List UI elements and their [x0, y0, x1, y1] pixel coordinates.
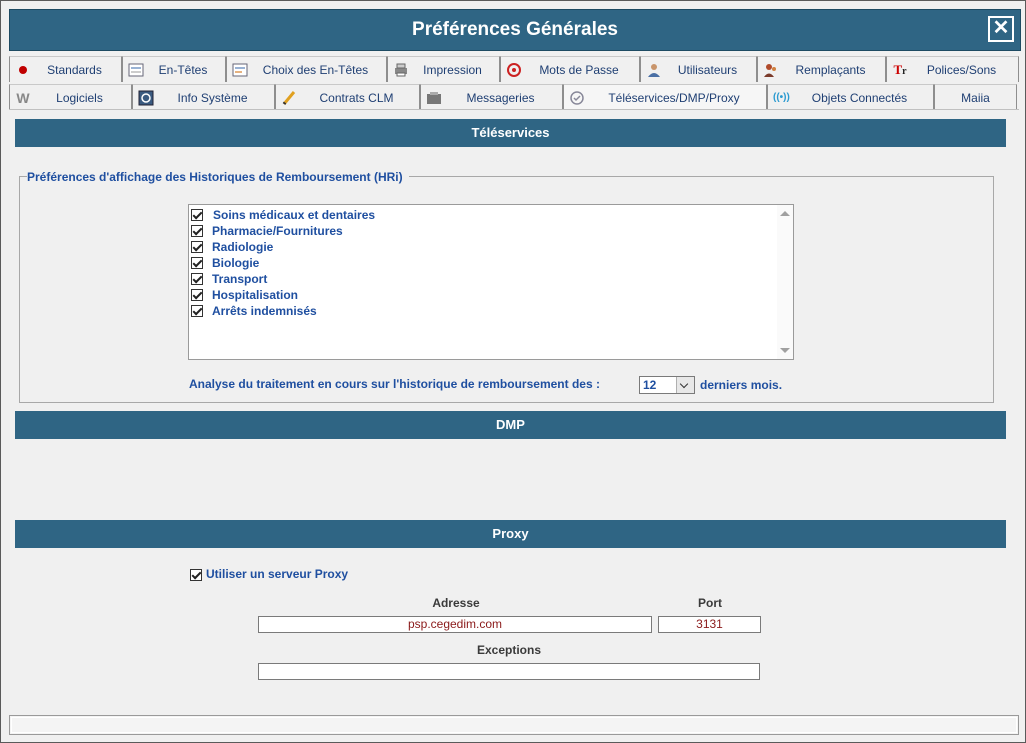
title-bar: Préférences Générales ✕ — [9, 9, 1021, 51]
tab-label: Objets Connectés — [811, 91, 908, 105]
scroll-down-icon[interactable] — [780, 348, 790, 353]
tab-objets-connectes[interactable]: ((•)) Objets Connectés — [767, 84, 934, 110]
checkbox[interactable] — [191, 289, 203, 301]
tab-label: Info Système — [177, 91, 248, 105]
checkbox[interactable] — [191, 241, 203, 253]
tab-en-tetes[interactable]: En-Têtes — [122, 56, 226, 82]
checkbox[interactable] — [191, 209, 203, 221]
checkbox[interactable] — [191, 305, 203, 317]
proxy-header: Proxy — [15, 520, 1006, 548]
tab-info-systeme[interactable]: Info Système — [132, 84, 275, 110]
list-item-label: Transport — [212, 272, 268, 286]
checkbox[interactable] — [191, 225, 203, 237]
tab-label: Contrats CLM — [319, 91, 394, 105]
tab-label: Impression — [423, 63, 482, 77]
analyse-label: Analyse du traitement en cours sur l'his… — [189, 377, 600, 391]
tab-messageries[interactable]: Messageries — [420, 84, 563, 110]
teleservices-header: Téléservices — [15, 119, 1006, 147]
checkbox[interactable] — [190, 569, 202, 581]
mail-icon — [426, 90, 442, 106]
teleservices-icon — [569, 90, 585, 106]
list-scrollbar[interactable] — [777, 205, 793, 359]
port-label: Port — [698, 596, 722, 610]
close-button[interactable]: ✕ — [988, 16, 1014, 42]
wireless-icon: ((•)) — [773, 92, 790, 103]
checkbox[interactable] — [191, 273, 203, 285]
tab-label: Téléservices/DMP/Proxy — [608, 91, 740, 105]
tab-impression[interactable]: Impression — [387, 56, 500, 82]
tab-label: Logiciels — [56, 91, 103, 105]
close-icon: ✕ — [992, 17, 1010, 39]
months-value: 12 — [643, 378, 657, 392]
tab-contrats-clm[interactable]: Contrats CLM — [275, 84, 420, 110]
tab-row-1: Standards En-Têtes Choix des En-Têtes Im… — [9, 56, 1019, 82]
tab-teleservices-dmp-proxy[interactable]: Téléservices/DMP/Proxy — [563, 84, 767, 110]
window-title: Préférences Générales — [412, 19, 618, 40]
red-dot-icon — [15, 62, 31, 78]
tab-maiia[interactable]: Maiia — [934, 84, 1017, 110]
tab-row-2: W Logiciels Info Système Contrats CLM Me… — [9, 84, 1019, 110]
chevron-down-icon[interactable] — [676, 377, 694, 393]
address-label: Adresse — [432, 596, 480, 610]
header-choice-icon — [232, 62, 248, 78]
tab-standards[interactable]: Standards — [9, 56, 122, 82]
port-field[interactable]: 3131 — [658, 616, 761, 633]
tab-utilisateurs[interactable]: Utilisateurs — [640, 56, 757, 82]
tab-remplacants[interactable]: Remplaçants — [757, 56, 886, 82]
status-bar-inner — [11, 717, 1017, 733]
substitute-icon — [763, 62, 779, 78]
dmp-header: DMP — [15, 411, 1006, 439]
tab-label: Choix des En-Têtes — [262, 63, 369, 77]
pencil-icon — [281, 90, 297, 106]
scroll-up-icon[interactable] — [780, 211, 790, 216]
tab-label: En-Têtes — [158, 63, 208, 77]
exceptions-label: Exceptions — [476, 643, 542, 657]
tab-label: Maiia — [961, 91, 990, 105]
software-icon: W — [16, 90, 30, 106]
months-suffix: derniers mois. — [700, 378, 783, 392]
list-item-label: Arrêts indemnisés — [212, 304, 317, 318]
address-field[interactable]: psp.cegedim.com — [258, 616, 652, 633]
list-item-label: Soins médicaux et dentaires — [213, 208, 376, 222]
hri-legend: Préférences d'affichage des Historiques … — [27, 170, 409, 184]
tab-label: Remplaçants — [795, 63, 866, 77]
tab-polices-sons[interactable]: Tr Polices/Sons — [886, 56, 1019, 82]
printer-icon — [393, 62, 409, 78]
list-item-label: Pharmacie/Fournitures — [212, 224, 343, 238]
status-bar — [9, 715, 1019, 735]
tab-panel: Téléservices Préférences d'affichage des… — [9, 109, 1019, 714]
tab-label: Polices/Sons — [926, 63, 997, 77]
use-proxy-label: Utiliser un serveur Proxy — [206, 567, 349, 581]
checkbox[interactable] — [191, 257, 203, 269]
tab-label: Standards — [47, 63, 102, 77]
font-icon: Tr — [893, 62, 907, 77]
system-info-icon — [138, 90, 154, 106]
months-select[interactable]: 12 — [639, 376, 695, 394]
list-item-label: Biologie — [212, 256, 260, 270]
hri-category-list[interactable]: Soins médicaux et dentaires Pharmacie/Fo… — [188, 204, 794, 360]
password-icon — [506, 62, 522, 78]
exceptions-field[interactable] — [258, 663, 760, 680]
preferences-window: Préférences Générales ✕ Standards En-Têt… — [0, 0, 1026, 743]
header-icon — [128, 62, 144, 78]
tab-logiciels[interactable]: W Logiciels — [9, 84, 132, 110]
tab-choix-en-tetes[interactable]: Choix des En-Têtes — [226, 56, 387, 82]
tab-mots-de-passe[interactable]: Mots de Passe — [500, 56, 640, 82]
user-icon — [646, 62, 662, 78]
tab-label: Messageries — [466, 91, 535, 105]
tab-label: Utilisateurs — [677, 63, 738, 77]
list-item-label: Radiologie — [212, 240, 274, 254]
tab-label: Mots de Passe — [539, 63, 619, 77]
list-item-label: Hospitalisation — [212, 288, 299, 302]
